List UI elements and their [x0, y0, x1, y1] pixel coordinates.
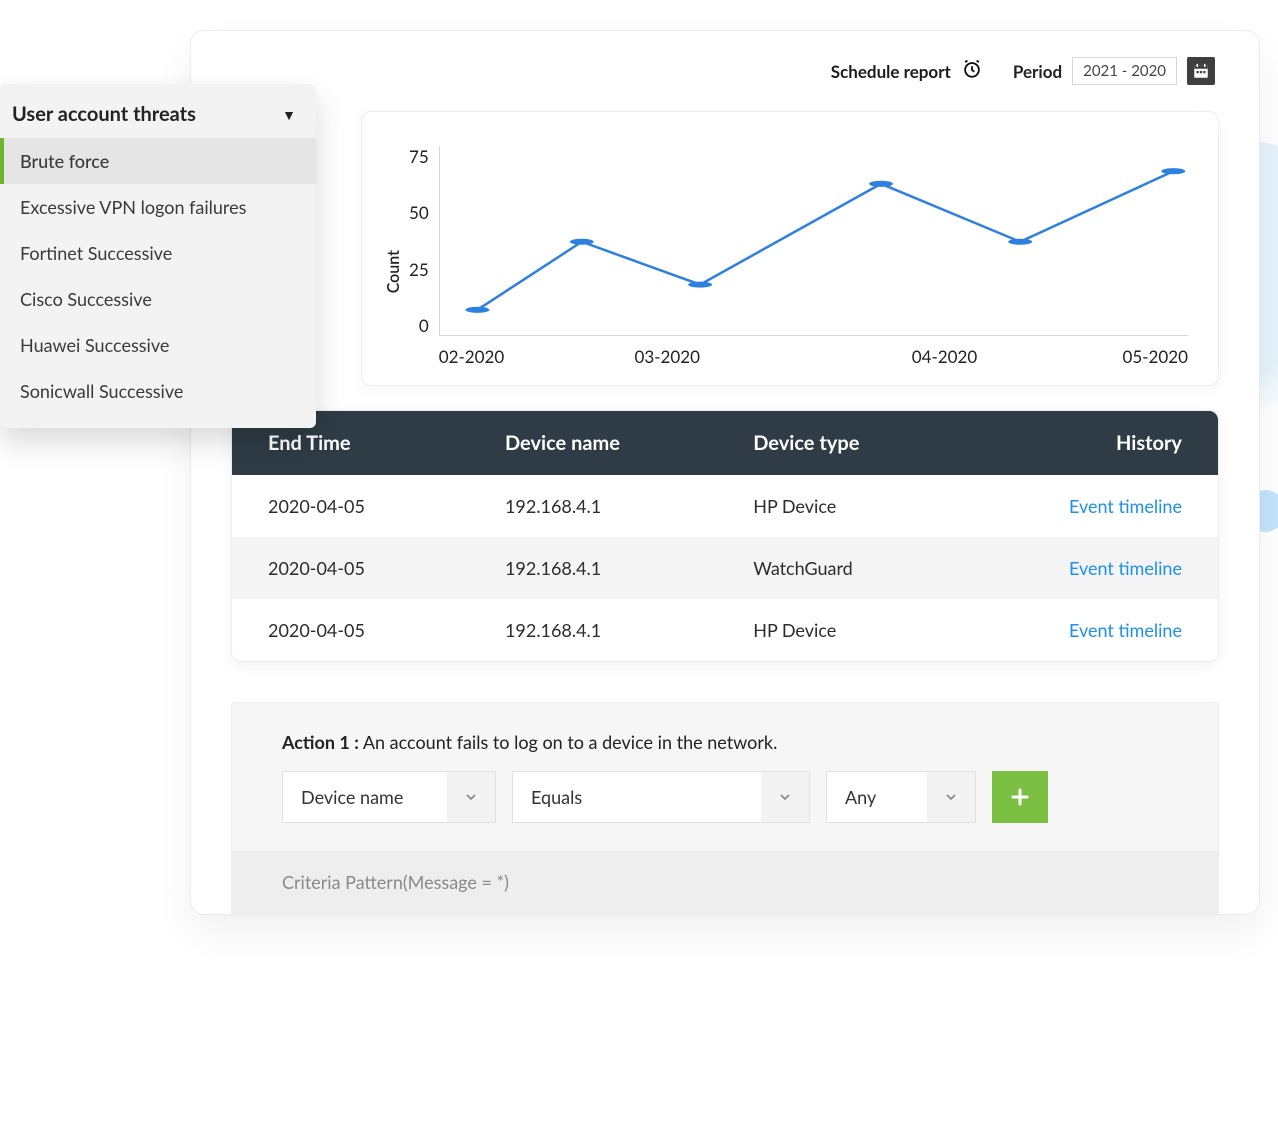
th-device-name: Device name: [505, 431, 753, 455]
th-history: History: [1001, 431, 1182, 455]
alarm-clock-icon: [961, 58, 983, 84]
field-select[interactable]: Device name: [282, 771, 496, 823]
operator-select-value: Equals: [513, 786, 600, 808]
data-point: [688, 282, 712, 288]
chevron-down-icon: [761, 772, 809, 822]
period-value[interactable]: 2021 - 2020: [1072, 57, 1177, 85]
threat-category-sidebar: User account threats ▼ Brute forceExcess…: [0, 84, 316, 428]
th-end-time: End Time: [268, 431, 505, 455]
data-point: [1161, 168, 1185, 174]
events-table: End Time Device name Device type History…: [231, 410, 1219, 662]
sidebar-item[interactable]: Huawei Successive: [0, 322, 316, 368]
chevron-down-icon: [447, 772, 495, 822]
chevron-down-icon: [927, 772, 975, 822]
table-row: 2020-04-05192.168.4.1HP DeviceEvent time…: [232, 475, 1218, 537]
value-select-value: Any: [827, 786, 894, 808]
operator-select[interactable]: Equals: [512, 771, 810, 823]
sidebar-item[interactable]: Cisco Successive: [0, 276, 316, 322]
sidebar-header[interactable]: User account threats ▼: [0, 84, 316, 138]
action-prefix: Action 1 :: [282, 731, 359, 753]
xtick: 03-2020: [529, 346, 806, 367]
schedule-report-button[interactable]: Schedule report: [831, 58, 983, 84]
cell-end-time: 2020-04-05: [268, 495, 505, 517]
calendar-button[interactable]: [1187, 57, 1215, 85]
sidebar-item[interactable]: Brute force: [0, 138, 316, 184]
table-row: 2020-04-05192.168.4.1HP DeviceEvent time…: [232, 599, 1218, 661]
sidebar-item[interactable]: Sonicwall Successive: [0, 368, 316, 414]
sidebar-item[interactable]: Excessive VPN logon failures: [0, 184, 316, 230]
chevron-down-icon: ▼: [282, 106, 296, 123]
plus-icon: [1008, 785, 1032, 809]
schedule-report-label: Schedule report: [831, 61, 951, 82]
cell-end-time: 2020-04-05: [268, 557, 505, 579]
data-point: [869, 181, 893, 187]
report-topbar: Schedule report Period 2021 - 2020: [231, 31, 1219, 111]
chart-ylabel: Count: [384, 220, 403, 293]
cell-device-name: 192.168.4.1: [505, 619, 753, 641]
action-title: Action 1 : An account fails to log on to…: [282, 731, 1168, 753]
event-timeline-link[interactable]: Event timeline: [1001, 619, 1182, 641]
data-point: [465, 307, 489, 313]
event-timeline-link[interactable]: Event timeline: [1001, 557, 1182, 579]
xtick: 04-2020: [806, 346, 1083, 367]
value-select[interactable]: Any: [826, 771, 976, 823]
chart-panel: Count 75 50 25 0 02-202003-202004-202005-20…: [361, 111, 1219, 386]
period-selector: Period 2021 - 2020: [1013, 57, 1215, 85]
cell-device-name: 192.168.4.1: [505, 495, 753, 517]
cell-end-time: 2020-04-05: [268, 619, 505, 641]
field-select-value: Device name: [283, 786, 421, 808]
ytick: 0: [419, 315, 429, 336]
data-point: [570, 239, 594, 245]
action-panel: Action 1 : An account fails to log on to…: [231, 702, 1219, 914]
chart-yaxis: 75 50 25 0: [409, 146, 439, 336]
th-device-type: Device type: [753, 431, 1001, 455]
add-criteria-button[interactable]: [992, 771, 1048, 823]
chart-plot: [439, 146, 1188, 336]
table-header-row: End Time Device name Device type History: [232, 411, 1218, 475]
sidebar-item[interactable]: Fortinet Successive: [0, 230, 316, 276]
ytick: 75: [409, 146, 429, 167]
cell-device-type: WatchGuard: [753, 557, 1001, 579]
ytick: 50: [409, 202, 429, 223]
period-label: Period: [1013, 61, 1062, 82]
data-point: [1008, 239, 1032, 245]
report-card: Schedule report Period 2021 - 2020: [190, 30, 1260, 915]
criteria-pattern-bar: Criteria Pattern(Message = *): [232, 851, 1218, 913]
cell-device-type: HP Device: [753, 619, 1001, 641]
event-timeline-link[interactable]: Event timeline: [1001, 495, 1182, 517]
calendar-icon: [1192, 62, 1210, 80]
cell-device-name: 192.168.4.1: [505, 557, 753, 579]
sidebar-title: User account threats: [12, 102, 196, 126]
ytick: 25: [409, 259, 429, 280]
xtick: 02-2020: [439, 346, 529, 367]
table-row: 2020-04-05192.168.4.1WatchGuardEvent tim…: [232, 537, 1218, 599]
cell-device-type: HP Device: [753, 495, 1001, 517]
chart-xaxis: 02-202003-202004-202005-2020: [439, 336, 1188, 367]
xtick: 05-2020: [1083, 346, 1188, 367]
action-description: An account fails to log on to a device i…: [363, 731, 777, 753]
